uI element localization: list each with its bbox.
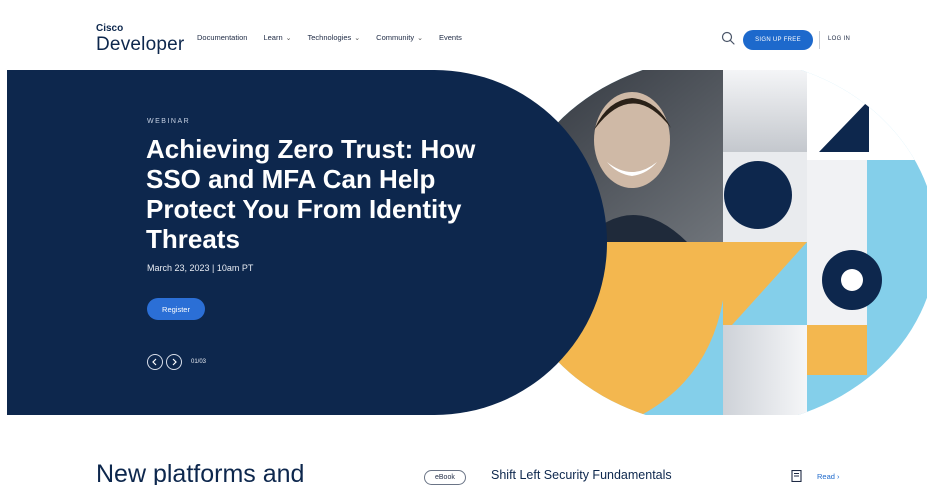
nav-documentation-label: Documentation <box>197 33 248 42</box>
resource-title[interactable]: Shift Left Security Fundamentals <box>491 468 672 482</box>
site-header: Cisco Developer Documentation Learn ⌄ Te… <box>0 0 934 70</box>
nav-documentation[interactable]: Documentation <box>197 33 247 42</box>
carousel-next-button[interactable] <box>166 354 182 370</box>
hero-date: March 23, 2023 | 10am PT <box>147 263 254 273</box>
carousel-counter: 01/03 <box>191 359 207 365</box>
carousel-prev-button[interactable] <box>147 354 163 370</box>
ebook-badge: eBook <box>424 470 466 485</box>
chevron-right-icon <box>172 358 177 366</box>
logo-developer-text: Developer <box>96 34 185 55</box>
read-link[interactable]: Read › <box>817 472 840 481</box>
nav-technologies[interactable]: Technologies ⌄ <box>308 33 361 42</box>
register-button[interactable]: Register <box>147 298 205 320</box>
nav-technologies-label: Technologies <box>307 33 352 42</box>
nav-community[interactable]: Community ⌄ <box>376 33 423 42</box>
nav-events-label: Events <box>438 33 462 42</box>
book-icon <box>791 470 802 482</box>
hero-title: Achieving Zero Trust: How SSO and MFA Ca… <box>146 134 476 254</box>
chevron-down-icon: ⌄ <box>285 34 292 42</box>
chevron-down-icon: ⌄ <box>417 34 423 42</box>
logo-cisco-text: Cisco <box>96 23 124 34</box>
nav-events[interactable]: Events <box>439 33 462 42</box>
header-divider <box>819 31 820 49</box>
log-in-link[interactable]: LOG IN <box>828 36 850 42</box>
nav-community-label: Community <box>376 33 415 42</box>
sign-up-button[interactable]: SIGN UP FREE <box>743 30 813 50</box>
chevron-down-icon: ⌄ <box>354 34 361 42</box>
cisco-developer-logo[interactable]: Cisco Developer <box>96 23 185 55</box>
chevron-left-icon <box>152 358 157 366</box>
carousel-controls: 01/03 <box>147 354 206 370</box>
read-link-label: Read <box>817 472 835 481</box>
hero-banner: WEBINAR Achieving Zero Trust: How SSO an… <box>7 70 927 415</box>
main-nav: Documentation Learn ⌄ Technologies ⌄ Com… <box>197 33 478 42</box>
section-heading: New platforms and <box>96 460 305 485</box>
search-icon[interactable] <box>721 31 735 45</box>
hero-eyebrow: WEBINAR <box>147 118 191 125</box>
chevron-right-icon: › <box>837 472 840 481</box>
nav-learn[interactable]: Learn ⌄ <box>263 33 291 42</box>
nav-learn-label: Learn <box>263 33 283 42</box>
